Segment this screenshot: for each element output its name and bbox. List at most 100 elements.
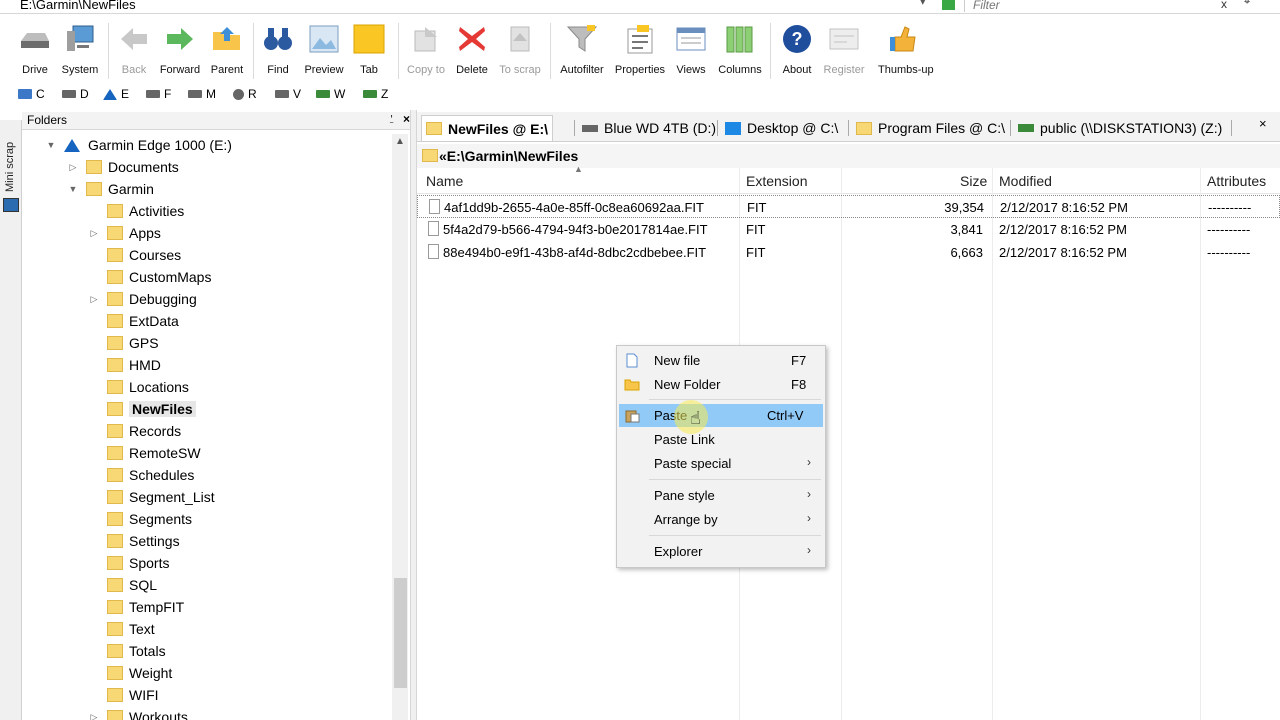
scrap-pad-icon[interactable] bbox=[3, 198, 19, 212]
menu-item-arrange-by[interactable]: Arrange by › bbox=[619, 508, 823, 531]
tree-item-selected[interactable]: NewFiles bbox=[87, 398, 196, 420]
table-row[interactable]: 88e494b0-e9f1-43b8-af4d-8dbc2cdbebee.FIT… bbox=[417, 241, 1280, 264]
drive-d-button[interactable]: D bbox=[62, 87, 89, 101]
system-button[interactable]: System bbox=[54, 23, 106, 81]
mini-scrap-strip[interactable]: Mini scrap bbox=[0, 120, 22, 720]
menu-item-explorer[interactable]: Explorer › bbox=[619, 540, 823, 563]
close-tab-button[interactable]: × bbox=[1259, 116, 1267, 131]
filter-clear-button[interactable]: x bbox=[1221, 0, 1227, 11]
drive-z-button[interactable]: Z bbox=[363, 87, 388, 101]
address-bar[interactable]: E:\Garmin\NewFiles ▾ x ⌖ bbox=[0, 0, 1280, 14]
collapsed-chevron-icon[interactable]: ▷ bbox=[66, 162, 80, 173]
drive-m-button[interactable]: M bbox=[188, 87, 216, 101]
pane-splitter[interactable] bbox=[410, 110, 417, 720]
tab-desktop[interactable]: Desktop @ C:\ bbox=[721, 116, 842, 140]
delete-button[interactable]: Delete bbox=[446, 23, 498, 81]
expanded-chevron-icon[interactable]: ▼ bbox=[44, 140, 58, 150]
tree-item[interactable]: SQL bbox=[87, 574, 157, 596]
menu-item-paste-link[interactable]: Paste Link bbox=[619, 428, 823, 451]
parent-button[interactable]: Parent bbox=[201, 23, 253, 81]
drive-v-button[interactable]: V bbox=[275, 87, 301, 101]
tree-item[interactable]: Weight bbox=[87, 662, 172, 684]
tree-item[interactable]: ExtData bbox=[87, 310, 179, 332]
views-button[interactable]: Views bbox=[665, 23, 717, 81]
tree-item[interactable]: Totals bbox=[87, 640, 166, 662]
tree-item[interactable]: Activities bbox=[87, 200, 184, 222]
tree-item[interactable]: CustomMaps bbox=[87, 266, 211, 288]
tree-item[interactable]: TempFIT bbox=[87, 596, 184, 618]
tab-button[interactable]: Tab bbox=[343, 23, 395, 81]
column-header-extension[interactable]: Extension bbox=[746, 173, 807, 189]
tree-item[interactable]: ▷ Workouts bbox=[87, 706, 188, 720]
drive-c-button[interactable]: C bbox=[18, 87, 45, 101]
tree-item[interactable]: Records bbox=[87, 420, 181, 442]
copy-to-button[interactable]: Copy to bbox=[400, 23, 452, 81]
find-button[interactable]: Find bbox=[252, 23, 304, 81]
tree-item[interactable]: Sports bbox=[87, 552, 169, 574]
forward-button[interactable]: Forward bbox=[154, 23, 206, 81]
tree-item[interactable]: Schedules bbox=[87, 464, 194, 486]
menu-item-new-folder[interactable]: New Folder F8 bbox=[619, 373, 823, 396]
close-panel-button[interactable]: × bbox=[403, 112, 410, 126]
column-header-size[interactable]: Size bbox=[960, 173, 987, 189]
tree-item[interactable]: ▷ Debugging bbox=[87, 288, 197, 310]
tree-item[interactable]: Courses bbox=[87, 244, 181, 266]
scrollbar-thumb[interactable] bbox=[394, 578, 407, 688]
column-header-modified[interactable]: Modified bbox=[999, 173, 1052, 189]
menu-item-paste-special[interactable]: Paste special › bbox=[619, 452, 823, 475]
table-row[interactable]: 5f4a2d79-b566-4794-94f3-b0e2017814ae.FIT… bbox=[417, 218, 1280, 241]
address-dropdown-icon[interactable]: ▾ bbox=[920, 0, 926, 8]
tree-item[interactable]: RemoteSW bbox=[87, 442, 201, 464]
column-header-attributes[interactable]: Attributes bbox=[1207, 173, 1266, 189]
tree-item[interactable]: Locations bbox=[87, 376, 189, 398]
folder-tree-scrollbar[interactable]: ▲ bbox=[392, 134, 408, 720]
filter-input[interactable] bbox=[964, 0, 1240, 12]
table-row[interactable]: 4af1dd9b-2655-4a0e-85ff-0c8ea60692aa.FIT… bbox=[417, 195, 1280, 218]
properties-button[interactable]: Properties bbox=[614, 23, 666, 81]
tree-item[interactable]: Segments bbox=[87, 508, 192, 530]
pin-icon[interactable]: ⍘ bbox=[388, 112, 395, 127]
filter-pin-icon[interactable]: ⌖ bbox=[1244, 0, 1250, 9]
menu-item-new-file[interactable]: New file F7 bbox=[619, 349, 823, 372]
collapsed-chevron-icon[interactable]: ▷ bbox=[87, 228, 101, 239]
columns-button[interactable]: Columns bbox=[714, 23, 766, 81]
drive-f-button[interactable]: F bbox=[146, 87, 171, 101]
tree-item[interactable]: Text bbox=[87, 618, 155, 640]
drive-r-button[interactable]: R bbox=[233, 87, 257, 101]
address-path[interactable]: E:\Garmin\NewFiles bbox=[20, 0, 136, 12]
tree-item[interactable]: HMD bbox=[87, 354, 161, 376]
expanded-chevron-icon[interactable]: ▼ bbox=[66, 184, 80, 194]
tab-blue-wd[interactable]: Blue WD 4TB (D:) bbox=[578, 116, 720, 140]
collapsed-chevron-icon[interactable]: ▷ bbox=[87, 294, 101, 305]
about-button[interactable]: ? About bbox=[771, 23, 823, 81]
tree-item[interactable]: Settings bbox=[87, 530, 180, 552]
go-icon[interactable] bbox=[942, 0, 955, 10]
menu-separator bbox=[649, 535, 821, 536]
folder-icon bbox=[107, 600, 123, 614]
tab-public[interactable]: public (\\DISKSTATION3) (Z:) bbox=[1014, 116, 1226, 140]
tree-item[interactable]: GPS bbox=[87, 332, 159, 354]
collapsed-chevron-icon[interactable]: ▷ bbox=[87, 712, 101, 720]
drive-w-button[interactable]: W bbox=[316, 87, 345, 101]
tab-newfiles[interactable]: NewFiles @ E:\ bbox=[421, 115, 554, 141]
column-header-name[interactable]: Name bbox=[426, 173, 463, 189]
tree-item[interactable]: WIFI bbox=[87, 684, 159, 706]
menu-item-paste[interactable]: Paste Ctrl+V bbox=[619, 404, 823, 427]
register-button[interactable]: Register bbox=[818, 23, 870, 81]
breadcrumb-path[interactable]: «E:\Garmin\NewFiles bbox=[439, 148, 578, 164]
tree-item-root[interactable]: ▼ Garmin Edge 1000 (E:) bbox=[44, 134, 232, 156]
to-scrap-button[interactable]: To scrap bbox=[494, 23, 546, 81]
breadcrumb[interactable]: «E:\Garmin\NewFiles bbox=[417, 144, 1280, 168]
scroll-up-icon[interactable]: ▲ bbox=[395, 136, 405, 147]
tree-item[interactable]: ▷ Documents bbox=[66, 156, 179, 178]
back-button[interactable]: Back bbox=[108, 23, 160, 81]
tree-item[interactable]: ▷ Apps bbox=[87, 222, 161, 244]
drive-e-button[interactable]: E bbox=[103, 87, 129, 101]
thumbs-up-button[interactable]: Thumbs-up bbox=[878, 23, 934, 81]
tree-item[interactable]: Segment_List bbox=[87, 486, 215, 508]
autofilter-button[interactable]: Autofilter bbox=[556, 23, 608, 81]
menu-item-pane-style[interactable]: Pane style › bbox=[619, 484, 823, 507]
file-list[interactable]: ▲ Name Extension Size Modified Attribute… bbox=[417, 164, 1280, 720]
tree-item[interactable]: ▼ Garmin bbox=[66, 178, 154, 200]
tab-program-files[interactable]: Program Files @ C:\ bbox=[852, 116, 1009, 140]
